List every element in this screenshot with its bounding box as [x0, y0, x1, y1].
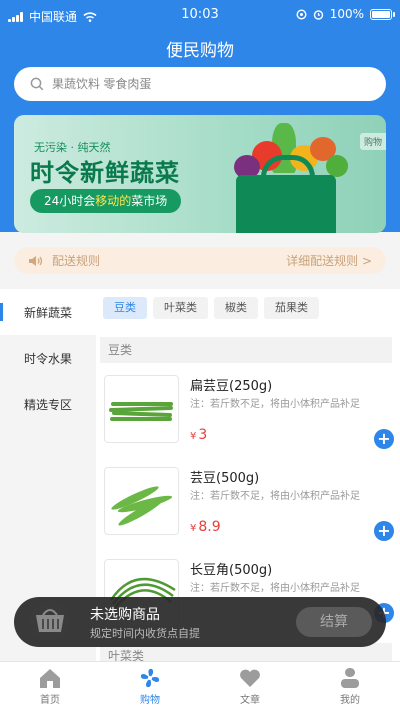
cart-status-subtitle: 规定时间内收货点自提 — [90, 627, 200, 640]
delivery-notice: 配送规则 详细配送规则 > — [14, 247, 386, 274]
checkout-button[interactable]: 结算 — [296, 607, 372, 637]
slogan-prefix: 24小时会 — [44, 194, 96, 208]
product-image — [104, 375, 179, 443]
tabbar-item-articles[interactable]: 文章 — [200, 662, 300, 711]
battery-percent: 100% — [329, 7, 364, 21]
tabbar-label: 文章 — [240, 695, 260, 706]
search-icon — [30, 77, 44, 91]
sidebar-item-featured[interactable]: 精选专区 — [0, 381, 96, 427]
product-name: 芸豆(500g) — [190, 471, 260, 486]
product-item[interactable]: 扁芸豆(250g) 注：若斤数不足，将由小体积产品补足 ¥3 + — [104, 375, 394, 463]
product-note: 注：若斤数不足，将由小体积产品补足 — [190, 491, 360, 502]
product-name: 长豆角(500g) — [190, 563, 273, 578]
delivery-rules-link[interactable]: 详细配送规则 > — [286, 252, 372, 269]
product-price: ¥3 — [190, 427, 207, 443]
search-bar[interactable] — [14, 67, 386, 101]
cart-bar: 未选购商品 规定时间内收货点自提 结算 — [14, 597, 386, 647]
slogan-highlight: 移动的 — [95, 194, 132, 208]
product-note: 注：若斤数不足，将由小体积产品补足 — [190, 399, 360, 410]
price-value: 8.9 — [198, 519, 221, 535]
banner-headline: 时令新鲜蔬菜 — [30, 159, 180, 187]
add-to-cart-button[interactable]: + — [374, 521, 394, 541]
heart-icon — [240, 669, 260, 687]
sidebar-item-label: 新鲜蔬菜 — [24, 305, 73, 320]
fan-icon — [140, 668, 160, 688]
bottom-tab-bar: 首页 购物 文章 我的 — [0, 661, 400, 711]
user-icon — [341, 668, 359, 688]
group-header-beans: 豆类 — [100, 337, 392, 363]
price-value: 3 — [198, 427, 208, 443]
tab-leafy[interactable]: 叶菜类 — [153, 297, 208, 319]
banner-slogan: 24小时会移动的菜市场 — [30, 189, 182, 213]
promo-banner[interactable]: 无污染 · 纯天然 时令新鲜蔬菜 24小时会移动的菜市场 购物 — [14, 115, 386, 233]
subcategory-tabs: 豆类 叶菜类 椒类 茄果类 — [103, 297, 319, 319]
tabbar-label: 购物 — [140, 695, 160, 706]
home-icon — [40, 669, 60, 688]
product-price: ¥8.9 — [190, 519, 221, 535]
add-to-cart-button[interactable]: + — [374, 429, 394, 449]
basket-icon[interactable] — [28, 601, 72, 641]
search-input[interactable] — [52, 77, 352, 91]
tab-nightshades[interactable]: 茄果类 — [264, 297, 319, 319]
sidebar-item-label: 精选专区 — [24, 397, 73, 412]
product-image — [104, 467, 179, 535]
tabbar-item-home[interactable]: 首页 — [0, 662, 100, 711]
product-item[interactable]: 芸豆(500g) 注：若斤数不足，将由小体积产品补足 ¥8.9 + — [104, 467, 394, 555]
alarm-icon — [313, 9, 323, 20]
product-note: 注：若斤数不足，将由小体积产品补足 — [190, 583, 360, 594]
delivery-rules-label: 配送规则 — [52, 254, 101, 268]
slogan-suffix: 菜市场 — [131, 194, 168, 208]
tabbar-item-shopping[interactable]: 购物 — [100, 662, 200, 711]
battery-icon — [370, 8, 395, 20]
banner-corner-tag: 购物 — [359, 133, 386, 150]
tabbar-label: 我的 — [340, 695, 360, 706]
cart-status-title: 未选购商品 — [90, 607, 160, 623]
sidebar-item-fruits[interactable]: 时令水果 — [0, 335, 96, 381]
price-currency: ¥ — [190, 431, 197, 442]
tab-beans[interactable]: 豆类 — [103, 297, 147, 319]
location-icon — [296, 8, 307, 20]
sidebar-item-vegetables[interactable]: 新鲜蔬菜 — [0, 289, 96, 335]
speaker-icon — [29, 255, 43, 266]
sidebar-item-label: 时令水果 — [24, 351, 73, 366]
status-bar: 中国联通 10:03 100% — [0, 0, 400, 30]
tabbar-item-profile[interactable]: 我的 — [300, 662, 400, 711]
product-name: 扁芸豆(250g) — [190, 379, 273, 394]
page-title: 便民购物 — [166, 41, 234, 61]
price-currency: ¥ — [190, 523, 197, 534]
tabbar-label: 首页 — [40, 695, 60, 706]
tab-peppers[interactable]: 椒类 — [214, 297, 258, 319]
